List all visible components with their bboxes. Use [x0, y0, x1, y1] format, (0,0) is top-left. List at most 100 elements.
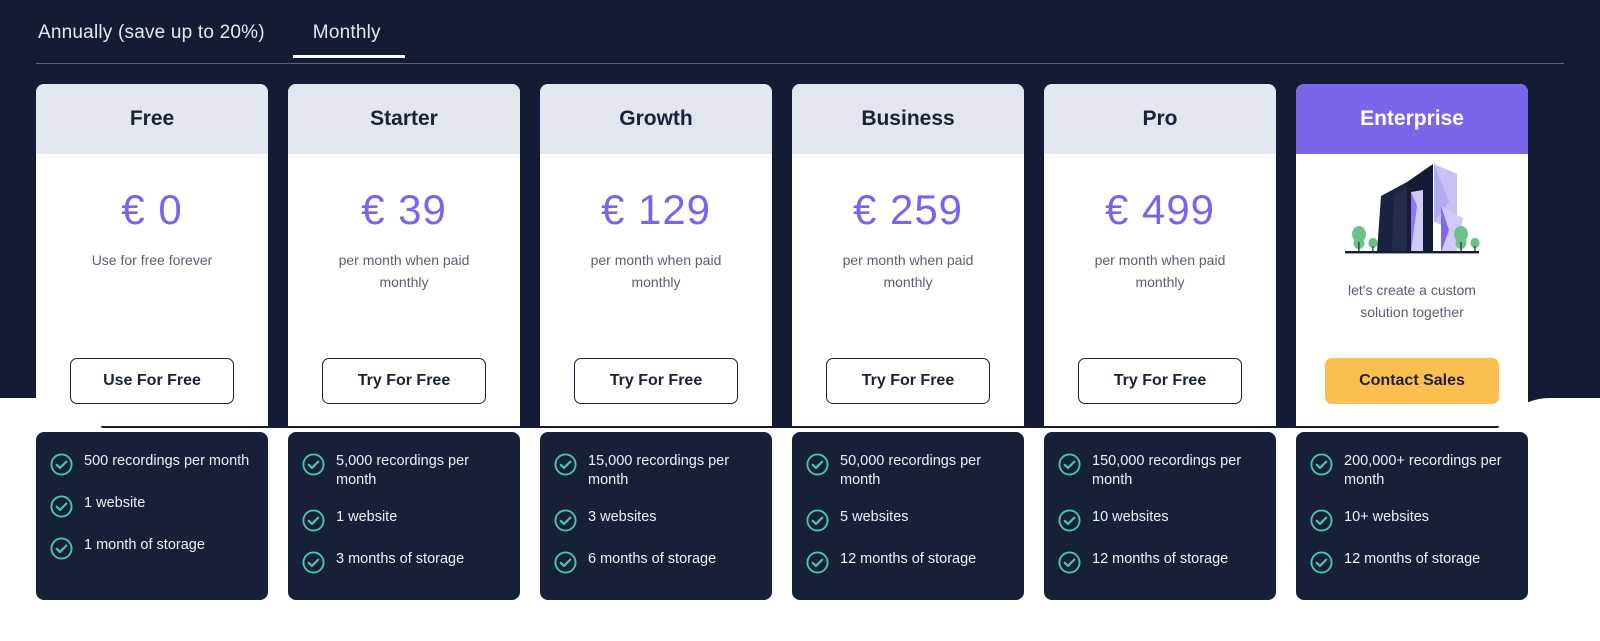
cta-container: Try For Free: [1056, 358, 1264, 404]
feature-label: 5,000 recordings per month: [336, 453, 469, 489]
check-circle-icon: [302, 551, 325, 574]
feature-label: 500 recordings per month: [84, 453, 250, 469]
pricing-card-starter: Starter € 39 per month when paid monthly Tr…: [288, 84, 520, 600]
card-body: € 39 per month when paid monthly Try For F…: [288, 154, 520, 426]
cta-button-enterprise[interactable]: Contact Sales: [1325, 358, 1499, 404]
feature-label: 1 website: [336, 509, 398, 526]
feature-item: 10+ websites: [1310, 508, 1514, 532]
cta-button-business[interactable]: Try For Free: [826, 358, 990, 404]
cta-container: Contact Sales: [1308, 358, 1516, 404]
cta-button-growth[interactable]: Try For Free: [574, 358, 738, 404]
tabs-divider: [36, 63, 1564, 64]
plan-price-note: per month when paid monthly: [1094, 252, 1226, 290]
tab-annually[interactable]: Annually (save up to 20%): [36, 22, 291, 58]
check-circle-icon: [50, 537, 73, 560]
cta-container: Try For Free: [552, 358, 760, 404]
plan-price-note: per month when paid monthly: [338, 252, 470, 290]
plan-name: Pro: [1044, 84, 1276, 154]
feature-item: 1 month of storage: [50, 536, 254, 560]
cta-button-free[interactable]: Use For Free: [70, 358, 234, 404]
check-circle-icon: [50, 495, 73, 518]
check-circle-icon: [50, 453, 73, 476]
card-body: € 129 per month when paid monthly Try For …: [540, 154, 772, 426]
pricing-cards: Free € 0 Use for free forever Use For Free 5…: [36, 84, 1564, 600]
cta-container: Use For Free: [48, 358, 256, 404]
feature-item: 3 websites: [554, 508, 758, 532]
cta-container: Try For Free: [804, 358, 1012, 404]
feature-item: 3 months of storage: [302, 550, 506, 574]
feature-list: 15,000 recordings per month 3 websites 6 m…: [540, 432, 772, 600]
feature-item: 500 recordings per month: [50, 452, 254, 476]
feature-item: 12 months of storage: [1058, 550, 1262, 574]
pricing-page: Annually (save up to 20%) Monthly Free € 0…: [0, 0, 1600, 641]
feature-item: 50,000 recordings per month: [806, 452, 1010, 490]
check-circle-icon: [554, 453, 577, 476]
cta-button-starter[interactable]: Try For Free: [322, 358, 486, 404]
office-buildings-icon: [1337, 160, 1487, 264]
feature-label: 3 websites: [588, 509, 657, 526]
card-body: € 259 per month when paid monthly Try For …: [792, 154, 1024, 426]
check-circle-icon: [302, 453, 325, 476]
plan-price: € 499: [1104, 186, 1216, 233]
check-circle-icon: [1058, 453, 1081, 476]
feature-item: 5 websites: [806, 508, 1010, 532]
feature-list: 5,000 recordings per month 1 website 3 mon…: [288, 432, 520, 600]
tab-underline: [292, 55, 405, 58]
plan-price: € 0: [121, 186, 183, 233]
pricing-card-growth: Growth € 129 per month when paid monthly Tr…: [540, 84, 772, 600]
card-top: Pro € 499 per month when paid monthly Try F…: [1044, 84, 1276, 426]
feature-label: 12 months of storage: [840, 551, 977, 568]
card-top: Growth € 129 per month when paid monthly Tr…: [540, 84, 772, 426]
tab-monthly[interactable]: Monthly: [291, 22, 407, 58]
check-circle-icon: [1310, 551, 1333, 574]
cta-container: Try For Free: [300, 358, 508, 404]
feature-label: 12 months of storage: [1092, 551, 1229, 568]
feature-label: 12 months of storage: [1344, 551, 1481, 568]
feature-list: 500 recordings per month 1 website 1 month…: [36, 432, 268, 600]
card-body: let's create a custom solution together C…: [1296, 154, 1528, 426]
feature-item: 6 months of storage: [554, 550, 758, 574]
plan-price: € 129: [600, 186, 712, 233]
feature-label: 3 months of storage: [336, 551, 465, 568]
feature-item: 12 months of storage: [1310, 550, 1514, 574]
billing-period-tabs: Annually (save up to 20%) Monthly: [36, 22, 1564, 58]
check-circle-icon: [1058, 509, 1081, 532]
tab-label: Monthly: [312, 22, 381, 43]
feature-list: 150,000 recordings per month 10 websites 1…: [1044, 432, 1276, 600]
tab-label: Annually (save up to 20%): [38, 22, 265, 43]
feature-label: 200,000+ recordings per month: [1344, 453, 1502, 489]
feature-item: 10 websites: [1058, 508, 1262, 532]
feature-label: 50,000 recordings per month: [840, 453, 982, 489]
cta-button-pro[interactable]: Try For Free: [1078, 358, 1242, 404]
feature-item: 12 months of storage: [806, 550, 1010, 574]
plan-price: € 259: [852, 186, 964, 233]
pricing-card-enterprise: Enterprise let's create a custom solution…: [1296, 84, 1528, 600]
plan-name: Free: [36, 84, 268, 154]
feature-label: 1 month of storage: [84, 537, 205, 553]
card-body: € 499 per month when paid monthly Try For …: [1044, 154, 1276, 426]
check-circle-icon: [1058, 551, 1081, 574]
tab-underline: [36, 56, 291, 58]
plan-price-note: per month when paid monthly: [590, 252, 722, 290]
feature-item: 1 website: [302, 508, 506, 532]
feature-list: 50,000 recordings per month 5 websites 12 …: [792, 432, 1024, 600]
plan-name: Growth: [540, 84, 772, 154]
feature-label: 10 websites: [1092, 509, 1169, 526]
plan-price-note: let's create a custom solution together: [1348, 282, 1476, 320]
card-body: € 0 Use for free forever Use For Free: [36, 154, 268, 426]
plan-name: Business: [792, 84, 1024, 154]
check-circle-icon: [806, 551, 829, 574]
plan-name: Enterprise: [1296, 84, 1528, 154]
plan-price-note: Use for free forever: [91, 252, 213, 268]
feature-item: 1 website: [50, 494, 254, 518]
card-top: Enterprise let's create a custom solution…: [1296, 84, 1528, 426]
card-top: Business € 259 per month when paid monthly…: [792, 84, 1024, 426]
feature-item: 5,000 recordings per month: [302, 452, 506, 490]
check-circle-icon: [554, 509, 577, 532]
check-circle-icon: [554, 551, 577, 574]
feature-label: 5 websites: [840, 509, 909, 526]
feature-label: 6 months of storage: [588, 551, 717, 568]
check-circle-icon: [806, 453, 829, 476]
feature-item: 15,000 recordings per month: [554, 452, 758, 490]
feature-list: 200,000+ recordings per month 10+ website…: [1296, 432, 1528, 600]
